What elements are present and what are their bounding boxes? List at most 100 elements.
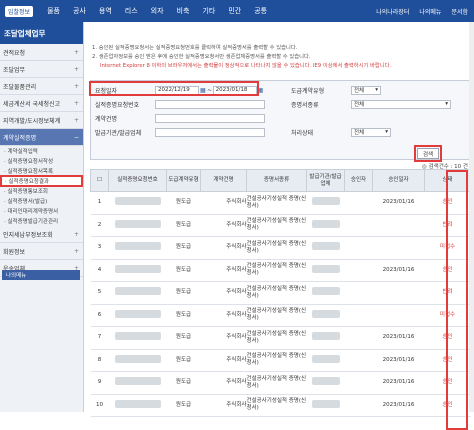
req-no-link[interactable]: [108, 394, 167, 417]
menu-item-lease[interactable]: 리스: [125, 6, 138, 16]
req-no-link[interactable]: [108, 304, 167, 327]
table-row[interactable]: 3 원도급 주식회사 건설공사기성실적 증명(신청서) 미접수: [90, 236, 471, 260]
sidebar-item-contract-cert[interactable]: 계약실적증명 −: [0, 129, 83, 146]
main-content: 1. 승인된 실적증명요청서는 실적증명요청번호를 클릭하여 실적증명서를 출력…: [86, 22, 474, 430]
menu-item-service[interactable]: 용역: [99, 6, 112, 16]
approval-date-cell: 2023/01/16: [372, 394, 425, 417]
main-menu: 물품 공사 용역 리스 외자 비축 기타 민간 공통: [47, 6, 280, 16]
table-row[interactable]: 2 원도급 주식회사 건설공사기성실적 증명(신청서) 반려: [90, 214, 471, 237]
req-no-link[interactable]: [108, 236, 167, 260]
menu-item-foreign[interactable]: 외자: [151, 6, 164, 16]
table-row[interactable]: 6 원도급 주식회사 건설공사기성실적 증명(신청서) 미접수: [90, 304, 471, 327]
company-cell: 주식회사: [200, 394, 247, 417]
approver-cell: [344, 236, 373, 260]
menu-item-etc[interactable]: 기타: [202, 6, 215, 16]
table-header-row: ☐ 실적증명요청번호 도급계약유형 계약건명 증명서종류 발급기관/발급업체 승…: [90, 169, 471, 192]
contract-type-select[interactable]: 전체 ▾: [351, 85, 381, 95]
status-label: 처리상태: [291, 129, 314, 137]
approver-cell: [344, 214, 373, 237]
sidebar-item-label: 조달물품관리: [3, 83, 37, 91]
row-number: 6: [90, 304, 109, 327]
redacted-value: [114, 332, 161, 341]
table-row[interactable]: 8 원도급 주식회사 건설공사기성실적 증명(신청서) 2023/01/16 승인: [90, 349, 471, 372]
issuer-input[interactable]: [155, 127, 265, 137]
row-number: 3: [90, 236, 109, 260]
notice-2: 2. 생존업자정보를 승인 받은 후에 승인한 실적증명요청서만 생존업체증명서…: [92, 54, 311, 60]
req-no-link[interactable]: [108, 349, 167, 372]
req-no-link[interactable]: [108, 281, 167, 305]
sidebar-item-label: 견적요청: [3, 49, 26, 57]
sidebar-item-tax-invoice[interactable]: 세금계산서 국세청신고 +: [0, 95, 83, 112]
checkbox[interactable]: ☐: [97, 177, 102, 183]
col-check[interactable]: ☐: [90, 169, 109, 192]
contract-name-input[interactable]: [155, 113, 265, 123]
req-no-row: 실적증명요청번호: [91, 98, 265, 110]
redacted-value: [311, 264, 340, 273]
sidebar-sub-item[interactable]: · 실적증명요청서목록: [0, 166, 83, 176]
approver-cell: [344, 191, 373, 215]
menu-item-private[interactable]: 민간: [228, 6, 241, 16]
bid-info-tab[interactable]: 입찰정보: [5, 5, 34, 17]
row-number: 1: [90, 191, 109, 215]
issuer-cell: [306, 191, 345, 215]
cert-type-cell: 건설공사기성실적 증명(신청서): [246, 371, 307, 395]
sidebar-item-goods-mgmt[interactable]: 조달물품관리 +: [0, 78, 83, 95]
sidebar-item-label: 세금계산서 국세청신고: [3, 100, 61, 108]
redacted-value: [311, 197, 340, 206]
menu-item-goods[interactable]: 물품: [47, 6, 60, 16]
redacted-value: [114, 377, 161, 386]
table-row[interactable]: 5 원도급 주식회사 건설공사기성실적 증명(신청서) 반려: [90, 281, 471, 305]
req-no-link[interactable]: [108, 214, 167, 237]
redacted-value: [311, 354, 340, 363]
status-select[interactable]: 전체 ▾: [351, 127, 391, 137]
req-no-label: 실적증명요청번호: [95, 101, 140, 109]
table-row[interactable]: 9 원도급 주식회사 건설공사기성실적 증명(신청서) 2023/01/16 승인: [90, 371, 471, 395]
contract-type-cell: 원도급: [166, 191, 201, 215]
sidebar-item-quote[interactable]: 견적요청 +: [0, 44, 83, 61]
scrollbar[interactable]: [469, 22, 474, 412]
issuer-cell: [306, 214, 345, 237]
redacted-value: [114, 309, 161, 318]
req-no-link[interactable]: [108, 191, 167, 215]
table-row[interactable]: 10 원도급 주식회사 건설공사기성실적 증명(신청서) 2023/01/16 승인: [90, 394, 471, 417]
approval-date-cell: 2023/01/16: [372, 259, 425, 282]
sidebar-item-stamp-tax[interactable]: 인지세납부정보조회 +: [0, 226, 83, 243]
issuer-cell: [306, 281, 345, 305]
approver-cell: [344, 281, 373, 305]
redacted-value: [311, 287, 340, 296]
document-box-link[interactable]: 문서함: [451, 7, 468, 16]
company-cell: 주식회사: [200, 259, 247, 282]
my-menu-bar[interactable]: 나의메뉴: [2, 270, 80, 280]
cert-type-select[interactable]: 전체 ▾: [351, 99, 451, 109]
sidebar-sub-item[interactable]: · 대리인대리계약증명서: [0, 206, 83, 216]
req-no-link[interactable]: [108, 259, 167, 282]
table-row[interactable]: 4 원도급 주식회사 건설공사기성실적 증명(신청서) 2023/01/16 승인: [90, 259, 471, 282]
table-row[interactable]: 1 원도급 주식회사 건설공사기성실적 증명(신청서) 2023/01/16 승인: [90, 191, 471, 215]
cert-type-cell: 건설공사기성실적 증명(신청서): [246, 326, 307, 350]
cert-type-cell: 건설공사기성실적 증명(신청서): [246, 281, 307, 305]
sidebar-sub-item[interactable]: · 실적증명발급기관관리: [0, 216, 83, 226]
my-menu-link[interactable]: 나의메뉴: [419, 7, 441, 16]
contract-type-cell: 원도급: [166, 304, 201, 327]
expand-icon: +: [73, 230, 79, 238]
company-cell: 주식회사: [200, 349, 247, 372]
sidebar-sub-item[interactable]: · 실적증명서(발급): [0, 196, 83, 206]
sidebar-sub-item[interactable]: · 실적증명요청서작성: [0, 156, 83, 166]
sidebar-item-member[interactable]: 회원정보 +: [0, 243, 83, 260]
sidebar-sub-item-request-result[interactable]: · 실적증명요청결과: [0, 175, 83, 187]
table-row[interactable]: 7 원도급 주식회사 건설공사기성실적 증명(신청서) 2023/01/16 승인: [90, 326, 471, 350]
req-no-link[interactable]: [108, 326, 167, 350]
sidebar-sub-item[interactable]: · 실적증명통보조회: [0, 186, 83, 196]
status-highlight-box: [446, 170, 468, 430]
req-no-input[interactable]: [155, 99, 265, 109]
notice-ie-warning: Internet Explorer 8 이하의 브라우저에서는 출력물이 정상적…: [100, 63, 392, 69]
menu-item-stockpile[interactable]: 비축: [177, 6, 190, 16]
sidebar-item-regional[interactable]: 지역개발/도시정보체계 +: [0, 112, 83, 129]
redacted-value: [311, 219, 340, 228]
req-no-link[interactable]: [108, 371, 167, 395]
sidebar-sub-item[interactable]: · 계약실적입력: [0, 146, 83, 156]
sidebar-item-procurement[interactable]: 조달업무 +: [0, 61, 83, 78]
menu-item-common[interactable]: 공통: [254, 6, 267, 16]
my-market-link[interactable]: 나의나라장터: [376, 7, 409, 16]
menu-item-construction[interactable]: 공사: [73, 6, 86, 16]
